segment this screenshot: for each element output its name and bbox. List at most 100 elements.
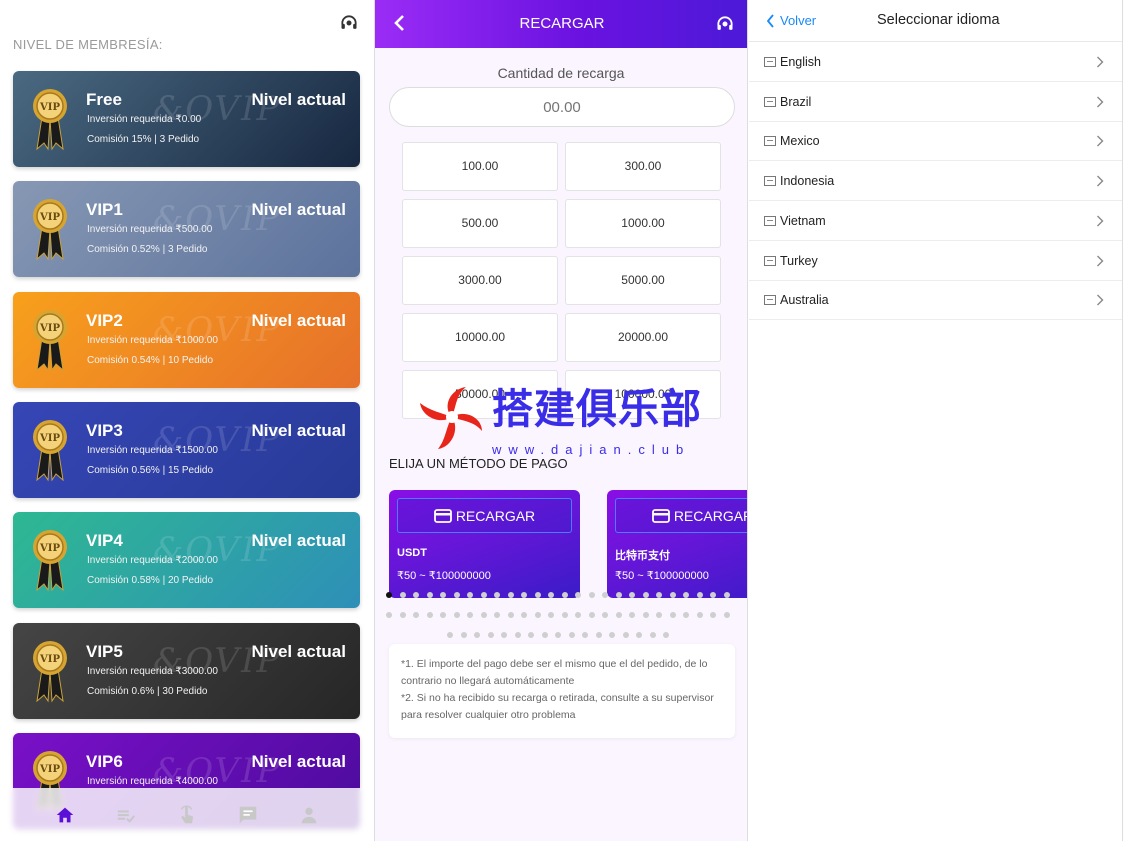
carousel-dot[interactable] <box>386 612 392 618</box>
support-icon[interactable] <box>715 14 735 34</box>
recharge-button[interactable]: RECARGAR <box>615 498 747 533</box>
home-icon[interactable] <box>54 804 76 826</box>
profile-icon[interactable] <box>298 804 320 826</box>
amount-input[interactable] <box>389 87 735 127</box>
vip-level-card[interactable]: &OVIP VIP Free Nivel actual Inversión requer… <box>13 71 360 167</box>
carousel-dot[interactable] <box>669 612 676 618</box>
carousel-dot[interactable] <box>453 592 460 598</box>
carousel-dot[interactable] <box>663 632 669 638</box>
carousel-dot[interactable] <box>467 612 473 618</box>
carousel-dot[interactable] <box>440 592 446 598</box>
carousel-dot[interactable] <box>534 592 541 598</box>
carousel-dot[interactable] <box>649 632 656 638</box>
language-option[interactable]: Turkey <box>749 241 1122 281</box>
amount-option[interactable]: 100.00 <box>402 142 558 191</box>
carousel-dot[interactable] <box>528 632 534 638</box>
carousel-dot[interactable] <box>710 592 716 598</box>
language-option[interactable]: Australia <box>749 280 1122 321</box>
vip-level-card[interactable]: &OVIP VIP VIP3 Nivel actual Inversión requer… <box>13 401 360 498</box>
carousel-dot[interactable] <box>386 592 392 598</box>
carousel-dot[interactable] <box>487 632 494 638</box>
carousel-dot[interactable] <box>480 612 487 618</box>
carousel-dot[interactable] <box>602 592 608 598</box>
carousel-dot[interactable] <box>460 632 467 638</box>
carousel-dot[interactable] <box>501 632 507 638</box>
vip-level-card[interactable]: &OVIP VIP VIP2 Nivel actual Inversión requer… <box>13 291 360 388</box>
carousel-dot[interactable] <box>642 592 649 598</box>
amount-option[interactable]: 3000.00 <box>402 256 558 305</box>
carousel-dot[interactable] <box>696 612 703 618</box>
amount-option[interactable]: 20000.00 <box>565 313 721 362</box>
recharge-button[interactable]: RECARGAR <box>397 498 572 533</box>
carousel-dot[interactable] <box>683 612 689 618</box>
carousel-dot[interactable] <box>669 592 676 598</box>
carousel-dot[interactable] <box>575 612 581 618</box>
language-option[interactable]: Brazil <box>749 82 1122 122</box>
amount-option[interactable]: 1000.00 <box>565 199 721 248</box>
carousel-dot[interactable] <box>534 612 541 618</box>
amount-option[interactable]: 10000.00 <box>402 313 558 362</box>
carousel-dot[interactable] <box>480 592 487 598</box>
carousel-dot[interactable] <box>426 592 433 598</box>
carousel-dot[interactable] <box>541 632 548 638</box>
carousel-dot[interactable] <box>426 612 433 618</box>
carousel-dot[interactable] <box>467 592 473 598</box>
carousel-dot[interactable] <box>474 632 480 638</box>
carousel-dot[interactable] <box>642 612 649 618</box>
carousel-dot[interactable] <box>575 592 581 598</box>
carousel-dot[interactable] <box>399 592 406 598</box>
carousel-dot[interactable] <box>514 632 521 638</box>
carousel-dot[interactable] <box>561 612 568 618</box>
language-option[interactable]: Vietnam <box>749 201 1122 241</box>
carousel-dot[interactable] <box>447 632 453 638</box>
carousel-dot[interactable] <box>723 592 730 598</box>
language-option[interactable]: English <box>749 42 1122 82</box>
carousel-dot[interactable] <box>609 632 615 638</box>
amount-option[interactable]: 300.00 <box>565 142 721 191</box>
carousel-dot[interactable] <box>622 632 629 638</box>
carousel-dot[interactable] <box>521 592 527 598</box>
payment-method-card[interactable]: RECARGAR USDT ₹50 ~ ₹100000000 <box>389 490 580 598</box>
carousel-dot[interactable] <box>548 612 554 618</box>
carousel-dot[interactable] <box>440 612 446 618</box>
carousel-dot[interactable] <box>710 612 716 618</box>
carousel-dot[interactable] <box>494 612 500 618</box>
carousel-dot[interactable] <box>629 592 635 598</box>
carousel-dot[interactable] <box>696 592 703 598</box>
carousel-dot[interactable] <box>615 612 622 618</box>
carousel-dot[interactable] <box>595 632 602 638</box>
carousel-dot[interactable] <box>555 632 561 638</box>
carousel-dot[interactable] <box>615 592 622 598</box>
carousel-dot[interactable] <box>656 612 662 618</box>
vip-level-card[interactable]: &OVIP VIP VIP5 Nivel actual Inversión requer… <box>13 622 360 719</box>
back-button[interactable]: Volver <box>766 13 816 28</box>
tasks-icon[interactable] <box>115 804 137 826</box>
carousel-dot[interactable] <box>507 612 514 618</box>
carousel-dot[interactable] <box>494 592 500 598</box>
carousel-dot[interactable] <box>521 612 527 618</box>
carousel-dot[interactable] <box>588 592 595 598</box>
carousel-dot[interactable] <box>413 612 419 618</box>
chat-icon[interactable] <box>237 804 259 826</box>
carousel-dot[interactable] <box>588 612 595 618</box>
carousel-dot[interactable] <box>602 612 608 618</box>
language-option[interactable]: Indonesia <box>749 161 1122 202</box>
carousel-dot[interactable] <box>582 632 588 638</box>
support-icon[interactable] <box>339 13 359 33</box>
carousel-dot[interactable] <box>629 612 635 618</box>
carousel-dot[interactable] <box>453 612 460 618</box>
carousel-dot[interactable] <box>656 592 662 598</box>
vip-level-card[interactable]: &OVIP VIP VIP4 Nivel actual Inversión requer… <box>13 512 360 609</box>
language-option[interactable]: Mexico <box>749 121 1122 162</box>
carousel-dot[interactable] <box>683 592 689 598</box>
carousel-dot[interactable] <box>399 612 406 618</box>
hand-tap-icon[interactable] <box>176 804 198 826</box>
carousel-dot[interactable] <box>561 592 568 598</box>
amount-option[interactable]: 500.00 <box>402 199 558 248</box>
carousel-dot[interactable] <box>413 592 419 598</box>
payment-method-card[interactable]: RECARGAR 比特币支付 ₹50 ~ ₹100000000 <box>607 490 747 598</box>
carousel-dot[interactable] <box>507 592 514 598</box>
carousel-dot[interactable] <box>636 632 642 638</box>
carousel-dot[interactable] <box>568 632 575 638</box>
carousel-dot[interactable] <box>723 612 730 618</box>
